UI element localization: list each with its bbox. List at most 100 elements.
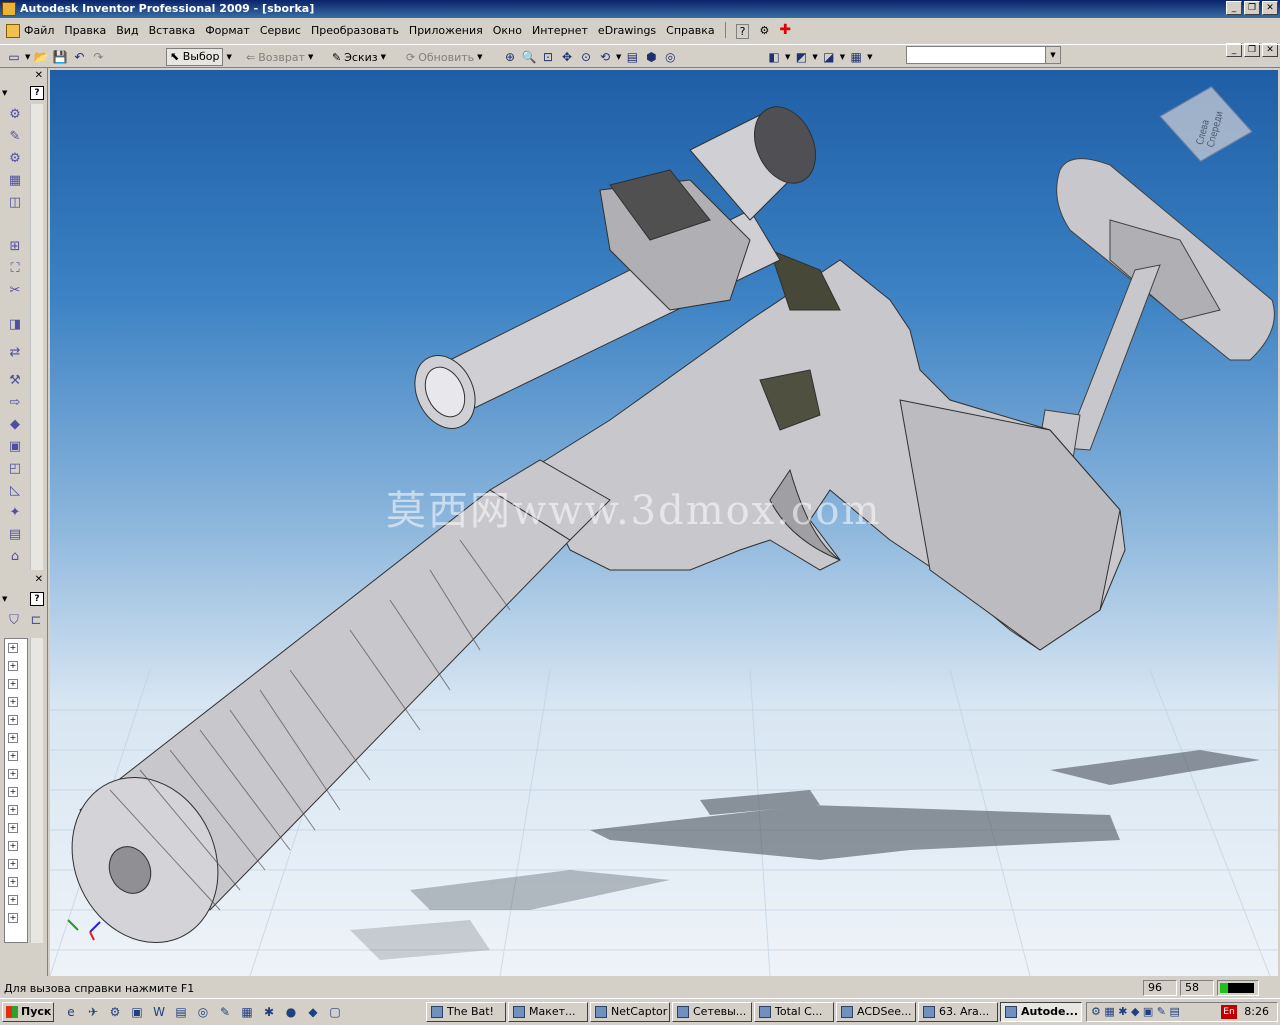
sketch-dropdown-icon[interactable]: ▼ [381,53,386,61]
task-network[interactable]: Сетевы... [672,1002,752,1022]
globe-icon[interactable]: ● [282,1003,300,1021]
tree-expand-icon[interactable]: + [8,715,18,725]
tree-expand-icon[interactable]: + [8,805,18,815]
look-at-icon[interactable]: ▤ [624,49,640,65]
rotate-icon[interactable]: ✂ [5,282,25,300]
weld-icon[interactable]: ⚒ [5,372,25,390]
task-the-bat[interactable]: The Bat! [426,1002,506,1022]
tray-icons[interactable]: ⚙ ▦ ✱ ◆ ▣ ✎ ▤ [1091,1005,1180,1018]
return-button[interactable]: Возврат [258,51,305,64]
tree-expand-icon[interactable]: + [8,661,18,671]
language-indicator[interactable]: En [1221,1005,1237,1019]
app-icon[interactable]: ▤ [172,1003,190,1021]
new-icon[interactable]: ▭ [6,49,22,65]
return-dropdown-icon[interactable]: ▼ [308,53,313,61]
zoom-all-icon[interactable]: ⊕ [502,49,518,65]
view-cube-icon[interactable]: ◧ [766,49,782,65]
select-dropdown-icon[interactable]: ▼ [226,53,231,61]
tree-expand-icon[interactable]: + [8,643,18,653]
app-icon[interactable]: ✱ [260,1003,278,1021]
model-browser-tree[interactable]: + + + + + + + + + + + + + + + + [4,638,28,943]
point-icon[interactable]: ✦ [5,504,25,522]
shaded-display-icon[interactable]: ⬢ [643,49,659,65]
save-app-icon[interactable]: ▣ [128,1003,146,1021]
minimize-button[interactable]: _ [1226,1,1242,15]
view-dropdown-icon[interactable]: ▼ [785,53,790,61]
document-icon[interactable] [6,24,20,38]
app-icon[interactable]: ▦ [238,1003,256,1021]
app-icon[interactable]: ◆ [304,1003,322,1021]
mirror-icon[interactable]: ◫ [5,194,25,212]
task-autodesk[interactable]: Autode... [1000,1002,1082,1022]
tree-expand-icon[interactable]: + [8,877,18,887]
color-dropdown-icon[interactable]: ▼ [867,53,872,61]
word-icon[interactable]: W [150,1003,168,1021]
select-button[interactable]: ⬉ Выбор [166,48,224,66]
menu-format[interactable]: Формат [205,24,250,39]
constraint-icon[interactable]: ⊞ [5,238,25,256]
section-view-icon[interactable]: ◨ [5,316,25,334]
filter-icon[interactable]: ⛉ [4,612,24,630]
menu-edit[interactable]: Правка [64,24,106,39]
tree-expand-icon[interactable]: + [8,859,18,869]
bom-icon[interactable]: ▤ [5,526,25,544]
chamfer-icon[interactable]: ◆ [5,416,25,434]
panel-help-icon[interactable]: ? [30,86,44,100]
pan-icon[interactable]: ✥ [559,49,575,65]
feature-icon[interactable]: ⇨ [5,394,25,412]
shadow-icon[interactable]: ◎ [662,49,678,65]
replace-icon[interactable]: ⇄ [5,344,25,362]
graphics-viewport[interactable]: Слева Спереди 莫西网www.3dmox.com [50,70,1278,976]
save-icon[interactable]: 💾 [52,49,68,65]
close-button[interactable]: ✕ [1262,1,1278,15]
update-button[interactable]: Обновить [418,51,474,64]
start-button[interactable]: Пуск [2,1002,54,1022]
slice-dropdown-icon[interactable]: ▼ [840,53,845,61]
tree-expand-icon[interactable]: + [8,751,18,761]
browser-scrollbar[interactable] [30,638,43,943]
menu-view[interactable]: Вид [116,24,138,39]
task-63-ara[interactable]: 63. Ara... [918,1002,998,1022]
task-netcaptor[interactable]: NetCaptor [590,1002,670,1022]
color-combo[interactable]: ▼ [906,46,1061,64]
color-icon[interactable]: ▦ [848,49,864,65]
app-icon[interactable]: ◎ [194,1003,212,1021]
app-icon[interactable]: ✎ [216,1003,234,1021]
zoom-icon[interactable]: 🔍 [521,49,537,65]
task-maket[interactable]: Макет... [508,1002,588,1022]
create-component-icon[interactable]: ✎ [5,128,25,146]
open-icon[interactable]: 📂 [33,49,49,65]
zoom-selected-icon[interactable]: ⊙ [578,49,594,65]
slice-icon[interactable]: ◪ [821,49,837,65]
tree-expand-icon[interactable]: + [8,697,18,707]
ie-icon[interactable]: e [62,1003,80,1021]
orbit-dropdown-icon[interactable]: ▼ [616,53,621,61]
sketch-button[interactable]: Эскиз [344,51,377,64]
browser-help-icon[interactable]: ? [30,592,44,606]
tree-expand-icon[interactable]: + [8,769,18,779]
app-icon[interactable]: ✈ [84,1003,102,1021]
tree-expand-icon[interactable]: + [8,841,18,851]
redo-icon[interactable]: ↷ [90,49,106,65]
update-dropdown-icon[interactable]: ▼ [477,53,482,61]
shaft-icon[interactable]: ▣ [5,438,25,456]
menu-applications[interactable]: Приложения [409,24,483,39]
panel-close-icon[interactable]: ✕ [35,70,43,81]
task-total-commander[interactable]: Total C... [754,1002,834,1022]
tree-expand-icon[interactable]: + [8,733,18,743]
move-icon[interactable]: ⛶ [5,260,25,278]
task-acdsee[interactable]: ACDSee... [836,1002,916,1022]
tree-expand-icon[interactable]: + [8,913,18,923]
part-icon[interactable]: ◰ [5,460,25,478]
app-icon[interactable]: ⚙ [106,1003,124,1021]
help-icon[interactable]: ? [735,24,750,39]
panel-menu-dropdown-icon[interactable]: ▼ [2,89,7,97]
menu-internet[interactable]: Интернет [532,24,588,39]
app-icon[interactable]: ▢ [326,1003,344,1021]
section-dropdown-icon[interactable]: ▼ [812,53,817,61]
clock[interactable]: 8:26 [1244,1005,1269,1018]
menu-tools[interactable]: Сервис [260,24,301,39]
tree-expand-icon[interactable]: + [8,895,18,905]
sketch-tool-icon[interactable]: ◺ [5,482,25,500]
network-icon[interactable]: ⚙ [759,24,769,39]
